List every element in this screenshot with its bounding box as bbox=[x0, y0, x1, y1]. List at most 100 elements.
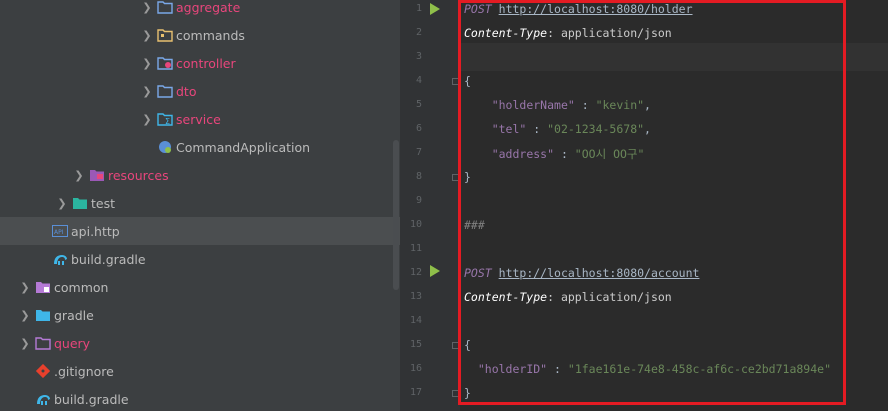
code-line-2[interactable]: Content-Type: application/json bbox=[464, 26, 672, 40]
line-number: 15 bbox=[409, 339, 422, 350]
tree-item-label: controller bbox=[176, 55, 236, 71]
test-folder-icon bbox=[72, 195, 88, 211]
json-value: "kevin" bbox=[595, 98, 645, 112]
chevron-right-icon[interactable]: ❯ bbox=[18, 280, 32, 294]
fold-icon[interactable] bbox=[452, 174, 459, 181]
current-line-highlight bbox=[460, 43, 888, 71]
chevron-right-icon[interactable]: ❯ bbox=[18, 336, 32, 350]
code-line-6[interactable]: "tel" : "02-1234-5678", bbox=[464, 122, 651, 136]
line-number: 10 bbox=[409, 219, 422, 230]
code-line-16[interactable]: "holderID" : "1fae161e-74e8-458c-af6c-ce… bbox=[464, 362, 831, 376]
chevron-right-icon[interactable]: ❯ bbox=[18, 308, 32, 322]
json-key: "holderID" bbox=[477, 362, 548, 376]
code-line-7[interactable]: "address" : "OO시 OO구" bbox=[464, 146, 645, 162]
tree-item-controller[interactable]: ❯ controller bbox=[0, 49, 400, 77]
tree-item-label: .gitignore bbox=[54, 363, 114, 379]
chevron-right-icon[interactable]: ❯ bbox=[140, 112, 154, 126]
tree-item-api-http[interactable]: ❯ API api.http bbox=[0, 217, 400, 245]
json-value: "1fae161e-74e8-458c-af6c-ce2bd71a894e" bbox=[567, 362, 831, 376]
tree-item-common[interactable]: ❯ common bbox=[0, 273, 400, 301]
http-method: POST bbox=[464, 2, 492, 16]
line-number: 9 bbox=[415, 195, 422, 206]
json-value: "OO시 OO구" bbox=[574, 147, 645, 161]
fold-icon[interactable] bbox=[452, 78, 459, 85]
request-url[interactable]: http://localhost:8080/account bbox=[499, 266, 700, 280]
chevron-right-icon[interactable]: ❯ bbox=[55, 196, 69, 210]
json-key: "address" bbox=[491, 147, 555, 161]
folder-icon bbox=[157, 83, 173, 99]
gradle-elephant-icon bbox=[35, 391, 51, 407]
chevron-right-icon[interactable]: ❯ bbox=[140, 56, 154, 70]
tree-item-dto[interactable]: ❯ dto bbox=[0, 77, 400, 105]
brace-close: } bbox=[464, 170, 471, 184]
brace-close: } bbox=[464, 386, 471, 400]
tree-item-label: resources bbox=[108, 167, 169, 183]
line-number: 16 bbox=[409, 363, 422, 374]
tree-item-label: commands bbox=[176, 27, 245, 43]
chevron-right-icon[interactable]: ❯ bbox=[140, 28, 154, 42]
header-value: application/json bbox=[560, 26, 672, 40]
line-number: 11 bbox=[409, 243, 422, 254]
tree-item-label: dto bbox=[176, 83, 197, 99]
svg-text:API: API bbox=[54, 229, 64, 236]
tree-item-label: build.gradle bbox=[54, 391, 129, 407]
line-number: 8 bbox=[415, 171, 422, 182]
tree-item-label: CommandApplication bbox=[176, 139, 311, 155]
folder-icon bbox=[157, 27, 173, 43]
run-request-icon[interactable] bbox=[430, 3, 440, 15]
http-method: POST bbox=[464, 266, 492, 280]
tree-item-commands[interactable]: ❯ commands bbox=[0, 21, 400, 49]
resources-folder-icon bbox=[89, 167, 105, 183]
json-value: "02-1234-5678" bbox=[547, 122, 645, 136]
tree-item-aggregate[interactable]: ❯ aggregate bbox=[0, 0, 400, 21]
run-request-icon[interactable] bbox=[430, 265, 440, 277]
chevron-right-icon[interactable]: ❯ bbox=[72, 168, 86, 182]
gradle-elephant-icon bbox=[52, 251, 68, 267]
api-file-icon: API bbox=[52, 223, 68, 239]
header-name: Content-Type bbox=[464, 26, 548, 40]
line-number: 1 bbox=[415, 3, 422, 14]
ide-window: ❯ aggregate ❯ commands ❯ controller ❯ dt… bbox=[0, 0, 888, 411]
module-folder-icon bbox=[35, 335, 51, 351]
fold-icon[interactable] bbox=[452, 390, 459, 397]
spring-class-icon bbox=[157, 139, 173, 155]
tree-item-label: test bbox=[91, 195, 116, 211]
code-line-15[interactable]: { bbox=[464, 338, 471, 352]
module-folder-icon bbox=[35, 279, 51, 295]
code-line-5[interactable]: "holderName" : "kevin", bbox=[464, 98, 651, 112]
code-line-17[interactable]: } bbox=[464, 386, 471, 400]
tree-item-resources[interactable]: ❯ resources bbox=[0, 161, 400, 189]
tree-item-gitignore[interactable]: ❯ .gitignore bbox=[0, 357, 400, 385]
tree-item-service[interactable]: ❯ Σ service bbox=[0, 105, 400, 133]
tree-item-query[interactable]: ❯ query bbox=[0, 329, 400, 357]
tree-item-label: query bbox=[54, 335, 91, 351]
tree-item-label: service bbox=[176, 111, 221, 127]
json-key: "tel" bbox=[491, 122, 527, 136]
code-line-13[interactable]: Content-Type: application/json bbox=[464, 290, 672, 304]
tree-item-build-gradle[interactable]: ❯ build.gradle bbox=[0, 245, 400, 273]
tree-item-commandapplication[interactable]: ❯ CommandApplication bbox=[0, 133, 400, 161]
brace-open: { bbox=[464, 338, 471, 352]
code-line-12[interactable]: POST http://localhost:8080/account bbox=[464, 266, 699, 280]
folder-sigma-icon: Σ bbox=[157, 111, 173, 127]
tree-item-label: gradle bbox=[54, 307, 94, 323]
tree-item-test[interactable]: ❯ test bbox=[0, 189, 400, 217]
fold-icon[interactable] bbox=[452, 342, 459, 349]
chevron-right-icon[interactable]: ❯ bbox=[140, 84, 154, 98]
line-number: 12 bbox=[409, 267, 422, 278]
request-url[interactable]: http://localhost:8080/holder bbox=[499, 2, 693, 16]
code-line-10[interactable]: ### bbox=[464, 218, 485, 232]
chevron-right-icon[interactable]: ❯ bbox=[140, 0, 154, 14]
code-line-4[interactable]: { bbox=[464, 74, 471, 88]
line-number: 14 bbox=[409, 315, 422, 326]
git-icon bbox=[35, 363, 51, 379]
code-line-8[interactable]: } bbox=[464, 170, 471, 184]
gradle-folder-icon bbox=[35, 307, 51, 323]
tree-item-gradle[interactable]: ❯ gradle bbox=[0, 301, 400, 329]
project-tree: ❯ aggregate ❯ commands ❯ controller ❯ dt… bbox=[0, 0, 400, 411]
svg-text:Σ: Σ bbox=[165, 117, 170, 126]
tree-item-build-gradle-root[interactable]: ❯ build.gradle bbox=[0, 385, 400, 411]
line-number: 2 bbox=[415, 27, 422, 38]
tree-scrollbar[interactable] bbox=[393, 140, 399, 290]
code-line-1[interactable]: POST http://localhost:8080/holder bbox=[464, 2, 693, 16]
